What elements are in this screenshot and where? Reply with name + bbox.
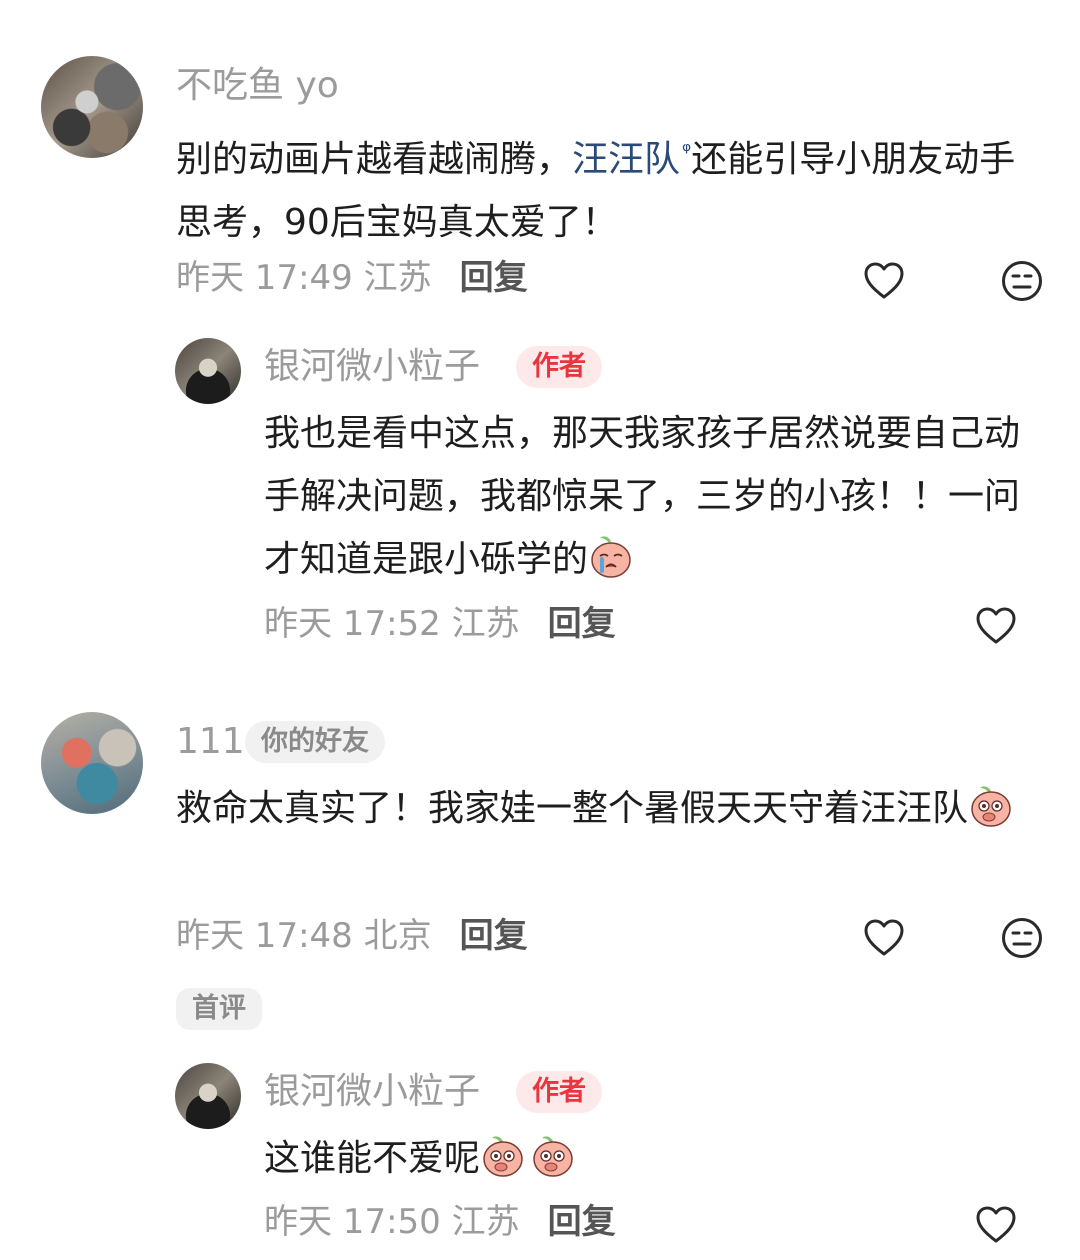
avatar[interactable] (41, 56, 143, 158)
avatar[interactable] (175, 338, 241, 404)
comment-username[interactable]: 不吃鱼 yo (176, 64, 339, 108)
heart-outline-icon[interactable] (862, 916, 906, 960)
reply-meta: 昨天 17:52 江苏 回复 (264, 602, 616, 646)
meh-face-icon[interactable] (1000, 259, 1044, 303)
author-badge: 作者 (516, 346, 602, 388)
timestamp-location: 昨天 17:49 江苏 (176, 258, 432, 298)
comment-username[interactable]: 111 (176, 720, 245, 764)
avatar[interactable] (41, 712, 143, 814)
peach-emoji-icon (530, 1132, 576, 1178)
heart-outline-icon[interactable] (974, 604, 1018, 648)
heart-outline-icon[interactable] (974, 1203, 1018, 1247)
avatar[interactable] (175, 1063, 241, 1129)
reply-text: 这谁能不爱呢 (264, 1127, 1034, 1190)
crying-emoji-icon (588, 533, 634, 579)
peach-emoji-icon (480, 1132, 526, 1178)
reply-text: 我也是看中这点，那天我家孩子居然说要自己动手解决问题，我都惊呆了，三岁的小孩！！… (264, 413, 1021, 580)
reply-button[interactable]: 回复 (548, 1202, 616, 1242)
reply-username[interactable]: 银河微小粒子 (264, 1070, 480, 1114)
search-icon: ᵠ (682, 139, 692, 164)
reply-button[interactable]: 回复 (548, 604, 616, 644)
reply-button[interactable]: 回复 (460, 916, 528, 956)
first-comment-badge: 首评 (176, 988, 262, 1030)
author-badge: 作者 (516, 1071, 602, 1113)
comment-text: 别的动画片越看越闹腾，汪汪队ᵠ还能引导小朋友动手思考，90后宝妈真太爱了！ (176, 139, 1016, 243)
peach-emoji-icon (968, 782, 1014, 828)
reply-button[interactable]: 回复 (460, 258, 528, 298)
meh-face-icon[interactable] (1000, 916, 1044, 960)
search-link[interactable]: 汪汪队ᵠ (572, 139, 691, 180)
heart-outline-icon[interactable] (862, 259, 906, 303)
comment-meta: 昨天 17:48 北京 回复 (176, 914, 528, 958)
comment-meta: 昨天 17:49 江苏 回复 (176, 256, 528, 300)
timestamp-location: 昨天 17:50 江苏 (264, 1202, 520, 1242)
timestamp-location: 昨天 17:48 北京 (176, 916, 432, 956)
friend-badge: 你的好友 (245, 721, 385, 763)
comment-text: 救命太真实了！我家娃一整个暑假天天守着汪汪队 (176, 777, 1026, 840)
timestamp-location: 昨天 17:52 江苏 (264, 604, 520, 644)
reply-meta: 昨天 17:50 江苏 回复 (264, 1200, 616, 1244)
reply-username[interactable]: 银河微小粒子 (264, 345, 480, 389)
